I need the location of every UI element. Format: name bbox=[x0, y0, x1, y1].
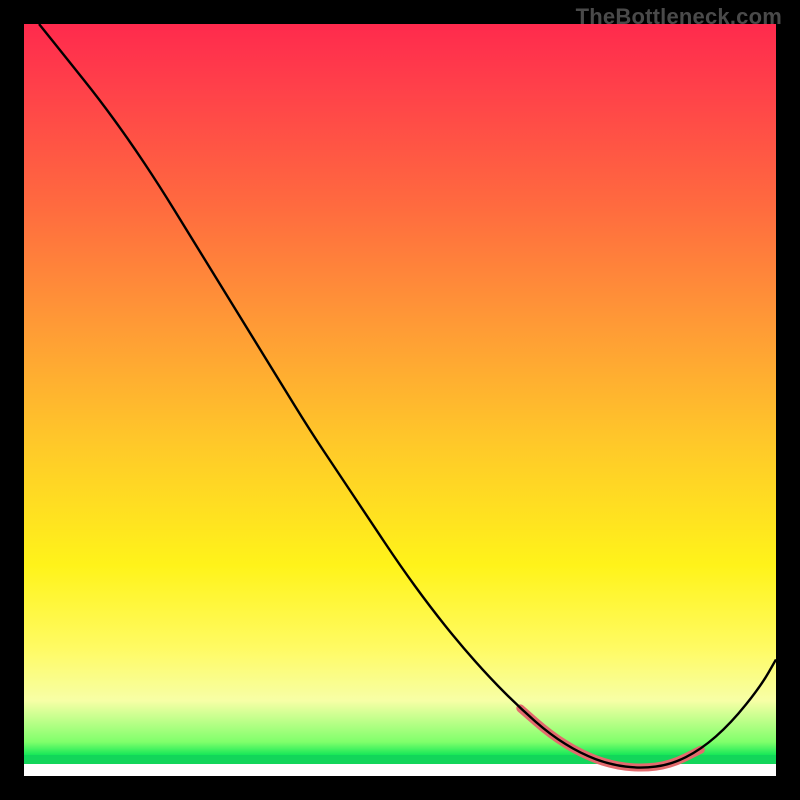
plot-area bbox=[24, 24, 776, 776]
chart-frame: TheBottleneck.com bbox=[0, 0, 800, 800]
gradient-background bbox=[24, 24, 776, 776]
